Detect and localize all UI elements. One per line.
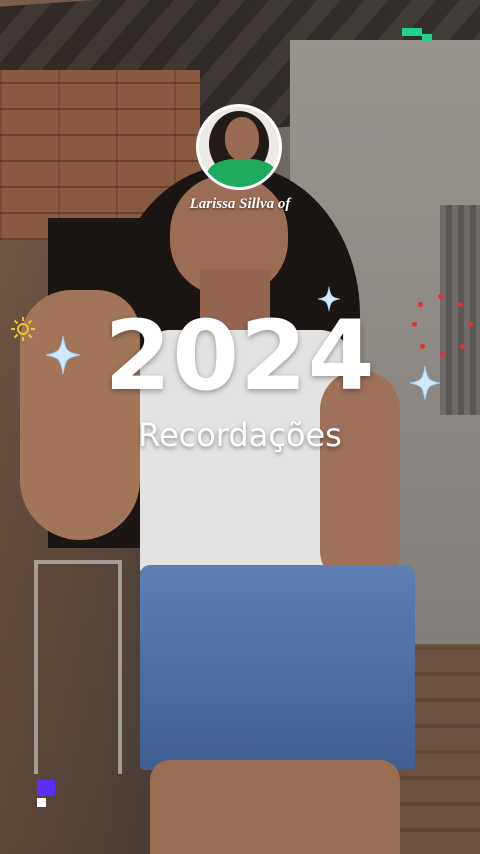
avatar[interactable] xyxy=(196,104,282,190)
username-label: Larissa Sillva of xyxy=(189,196,291,212)
corner-mark-icon xyxy=(402,28,432,48)
memories-subtitle: Recordações xyxy=(138,416,342,454)
year-title: 2024 xyxy=(104,300,376,412)
corner-mark-icon xyxy=(37,780,57,810)
story-frame: Larissa Sillva of 2024 Recordações xyxy=(0,0,480,854)
chair-background xyxy=(34,560,122,774)
